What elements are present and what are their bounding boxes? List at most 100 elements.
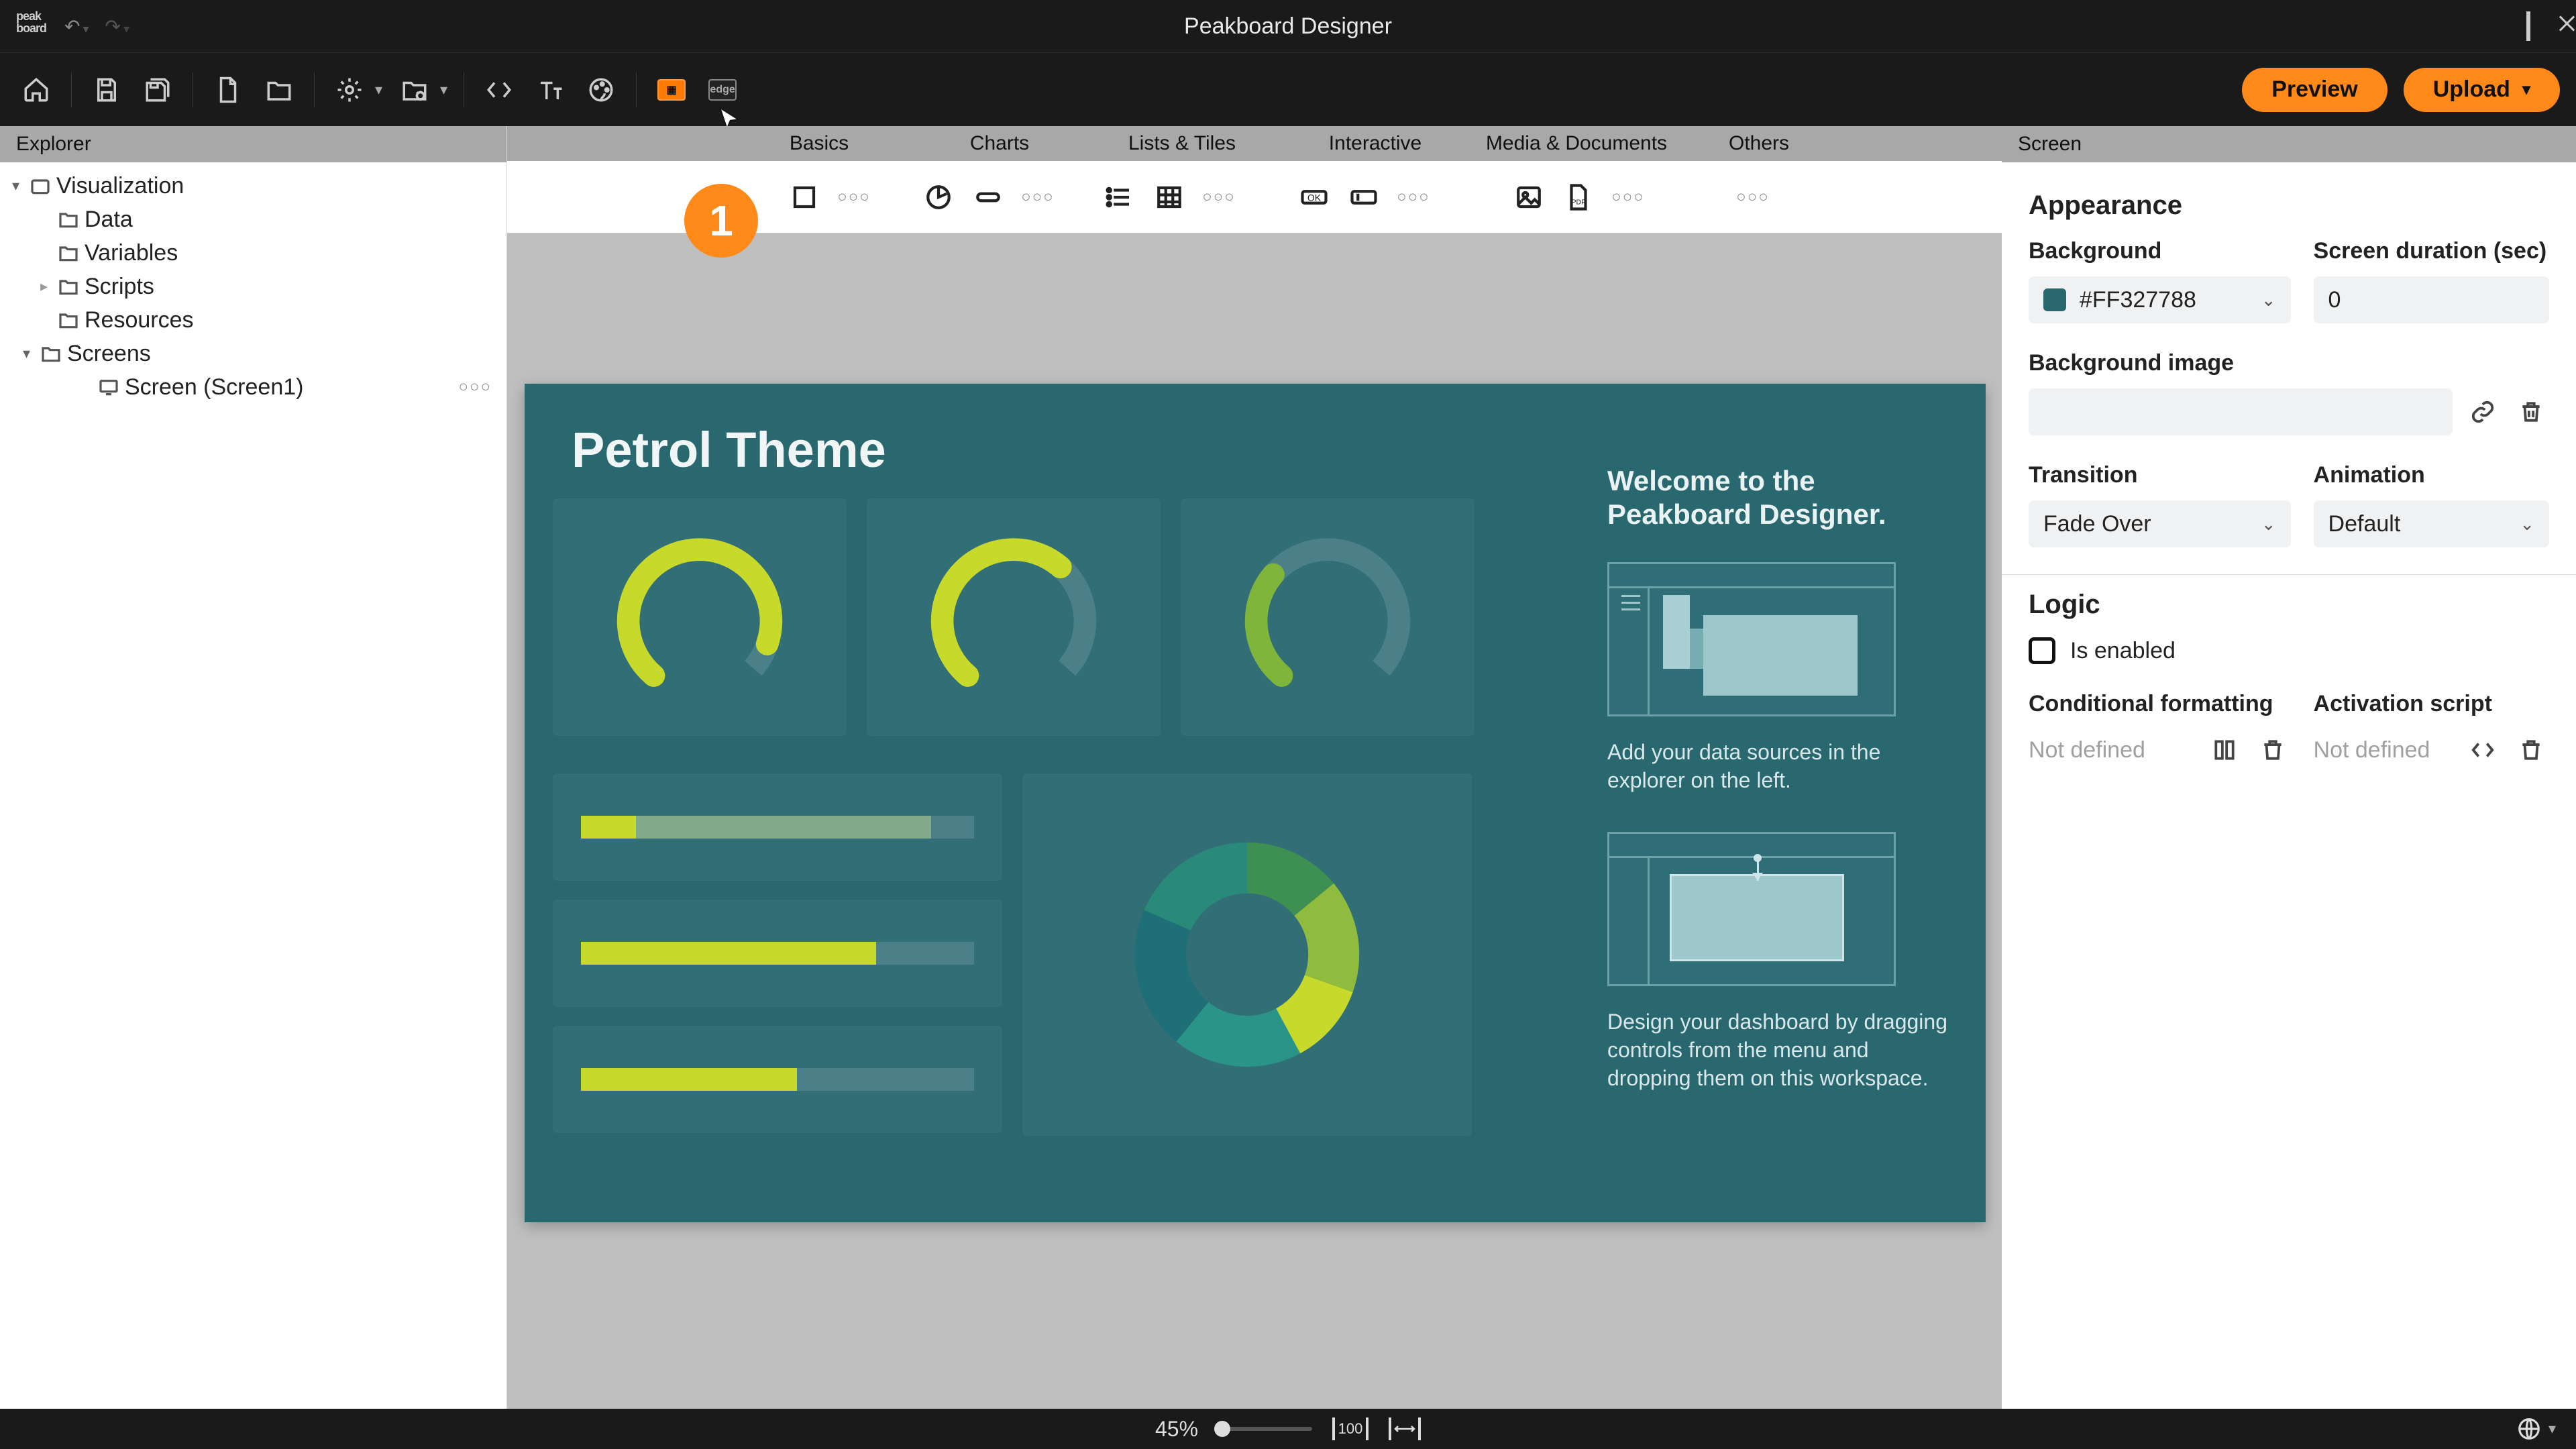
background-color-field[interactable]: #FF327788 ⌄ (2029, 276, 2291, 323)
charts-more[interactable]: ○○○ (1016, 175, 1060, 219)
redo-button[interactable]: ↷▾ (105, 15, 130, 38)
tree-item-label: Screens (67, 341, 151, 367)
cond-trash-icon[interactable] (2255, 732, 2291, 768)
basics-more[interactable]: ○○○ (832, 175, 876, 219)
code-button[interactable] (478, 68, 521, 111)
save-button[interactable] (85, 68, 128, 111)
others-more[interactable]: ○○○ (1731, 175, 1775, 219)
control-button-ok[interactable]: OK (1292, 175, 1336, 219)
control-pdf[interactable]: PDF (1556, 175, 1601, 219)
welcome-illustration-2 (1607, 832, 1896, 986)
control-image[interactable] (1507, 175, 1551, 219)
background-label: Background (2029, 238, 2291, 264)
tree-item-label: Variables (85, 240, 178, 266)
background-value: #FF327788 (2080, 287, 2196, 313)
tree-item-scripts[interactable]: ▸ Scripts (0, 270, 506, 303)
zoom-value: 45% (1155, 1417, 1198, 1442)
section-logic: Logic (2029, 590, 2549, 620)
transition-value: Fade Over (2043, 511, 2151, 537)
zoom-fit-button[interactable] (1389, 1417, 1421, 1440)
activation-trash-icon[interactable] (2513, 732, 2549, 768)
control-piechart[interactable] (916, 175, 961, 219)
open-folder-button[interactable] (258, 68, 301, 111)
ribbon-group-interactive: Interactive (1295, 132, 1456, 155)
peakboard-mode-badge[interactable]: ▦ (650, 68, 693, 111)
zoom-slider[interactable] (1218, 1427, 1312, 1431)
donut-tile (1022, 773, 1472, 1136)
tree-item-more-icon[interactable]: ○○○ (459, 378, 492, 396)
background-swatch (2043, 288, 2066, 311)
chevron-down-icon: ⌄ (2261, 514, 2276, 535)
media-more[interactable]: ○○○ (1606, 175, 1650, 219)
is-enabled-label: Is enabled (2070, 638, 2176, 664)
gauge-tile-2 (867, 498, 1161, 736)
control-table[interactable] (1147, 175, 1191, 219)
folder-settings-button[interactable] (393, 68, 436, 111)
zoom-100-button[interactable]: 100 (1332, 1417, 1368, 1440)
animation-field[interactable]: Default ⌄ (2314, 500, 2549, 547)
home-button[interactable] (15, 68, 58, 111)
bgimage-field[interactable] (2029, 388, 2453, 435)
ribbon-group-charts: Charts (943, 132, 1057, 155)
gauge-tile-3 (1181, 498, 1474, 736)
control-rectangle[interactable] (782, 175, 826, 219)
language-button[interactable]: ▾ (2516, 1416, 2556, 1442)
control-list[interactable] (1097, 175, 1142, 219)
tree-item-resources[interactable]: Resources (0, 303, 506, 337)
duration-field[interactable]: 0 (2314, 276, 2549, 323)
folder-settings-chevron[interactable]: ▾ (440, 81, 447, 99)
activation-code-icon[interactable] (2465, 732, 2501, 768)
preview-button-label: Preview (2271, 76, 2358, 103)
new-file-button[interactable] (207, 68, 250, 111)
tree-root-visualization[interactable]: ▾ Visualization (0, 169, 506, 203)
ribbon-group-others: Others (1705, 132, 1813, 155)
upload-button[interactable]: Upload ▾ (2404, 68, 2560, 112)
interactive-more[interactable]: ○○○ (1391, 175, 1436, 219)
welcome-illustration-1 (1607, 562, 1896, 716)
tree-item-data[interactable]: Data (0, 203, 506, 236)
lists-more[interactable]: ○○○ (1197, 175, 1241, 219)
welcome-text-1: Add your data sources in the explorer on… (1607, 738, 1956, 794)
is-enabled-checkbox[interactable] (2029, 637, 2055, 664)
bgimage-label: Background image (2029, 350, 2549, 376)
link-icon[interactable] (2465, 394, 2501, 430)
cond-not-defined: Not defined (2029, 737, 2145, 763)
tree-item-screens[interactable]: ▾ Screens (0, 337, 506, 370)
animation-label: Animation (2314, 462, 2549, 488)
ribbon-group-basics: Basics (762, 132, 876, 155)
app-logo: peakboard (16, 10, 48, 42)
bar-tile-3 (553, 1026, 1002, 1133)
cond-edit-icon[interactable] (2206, 732, 2243, 768)
tree-item-variables[interactable]: Variables (0, 236, 506, 270)
design-canvas[interactable]: Petrol Theme (525, 384, 1986, 1222)
tree-item-screen1[interactable]: Screen (Screen1) ○○○ (0, 370, 506, 404)
undo-button[interactable]: ↶▾ (64, 15, 89, 38)
bar-tile-2 (553, 900, 1002, 1007)
text-style-button[interactable] (529, 68, 572, 111)
upload-button-label: Upload (2433, 76, 2510, 103)
chevron-down-icon: ⌄ (2261, 290, 2276, 311)
tree-item-label: Scripts (85, 274, 154, 300)
preview-button[interactable]: Preview (2242, 68, 2387, 112)
tree-item-label: Data (85, 207, 133, 233)
save-all-button[interactable] (136, 68, 179, 111)
window-maximize[interactable] (2526, 13, 2530, 40)
transition-label: Transition (2029, 462, 2291, 488)
welcome-text-2: Design your dashboard by dragging contro… (1607, 1008, 1956, 1092)
control-progress[interactable] (966, 175, 1010, 219)
control-input[interactable] (1342, 175, 1386, 219)
welcome-title-line1: Welcome to the (1607, 465, 1815, 496)
edge-mode-badge[interactable]: edge (701, 68, 744, 111)
theme-button[interactable] (580, 68, 623, 111)
duration-value: 0 (2328, 287, 2341, 313)
settings-button[interactable] (328, 68, 371, 111)
duration-label: Screen duration (sec) (2314, 238, 2549, 264)
cond-formatting-label: Conditional formatting (2029, 691, 2291, 717)
settings-chevron[interactable]: ▾ (375, 81, 382, 99)
gauge-tile-1 (553, 498, 847, 736)
bar-tile-1 (553, 773, 1002, 881)
transition-field[interactable]: Fade Over ⌄ (2029, 500, 2291, 547)
trash-icon[interactable] (2513, 394, 2549, 430)
chevron-down-icon: ▾ (2522, 80, 2530, 99)
explorer-panel: Explorer ▾ Visualization Data Variables … (0, 126, 507, 1409)
